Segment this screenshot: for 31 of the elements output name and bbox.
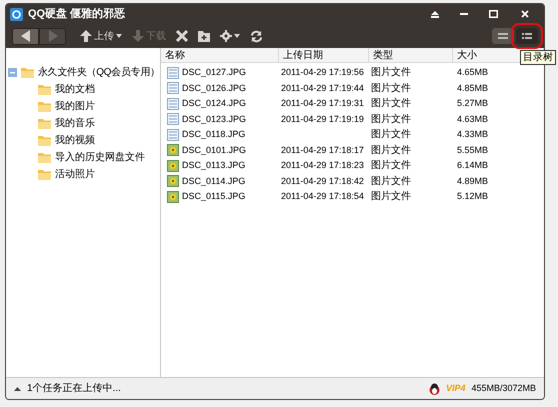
file-type: 图片文件 [371,129,411,140]
file-size: 5.55MB [457,144,488,154]
file-size: 5.27MB [457,98,488,108]
upload-date: 2011-04-29 17:18:23 [281,160,364,170]
upload-date: 2011-04-29 17:18:42 [281,176,364,186]
upload-date: 2011-04-29 17:18:17 [281,144,364,154]
file-type: 图片文件 [371,176,411,187]
file-size: 4.85MB [457,82,488,92]
upload-date: 2011-04-29 17:19:44 [281,82,364,92]
file-size: 6.14MB [457,160,488,170]
file-size: 4.63MB [457,114,488,124]
window-title: QQ硬盘 偃雅的邪恶 [28,6,126,22]
upload-date: 2011-04-29 17:19:31 [281,98,364,108]
file-type: 图片文件 [371,82,411,94]
file-size: 5.12MB [457,191,488,201]
upload-date: 2011-04-29 17:18:54 [281,191,364,201]
file-type: 图片文件 [371,144,411,156]
tooltip: 目录树 [520,50,556,65]
file-type: 图片文件 [371,160,411,172]
vip-level-label: VIP4 [446,382,466,395]
file-size: 4.89MB [457,176,488,186]
file-type: 图片文件 [371,98,411,110]
file-type: 图片文件 [371,114,411,125]
upload-date: 2011-04-29 17:19:19 [281,114,364,124]
upload-status: 1个任务正在上传中... [27,382,121,396]
file-type: 图片文件 [371,67,411,78]
file-size: 4.65MB [457,67,488,77]
upload-date: 2011-04-29 17:19:56 [281,67,364,77]
storage-quota: 455MB/3072MB [471,382,536,395]
file-type: 图片文件 [371,191,411,202]
file-size: 4.33MB [457,129,488,139]
